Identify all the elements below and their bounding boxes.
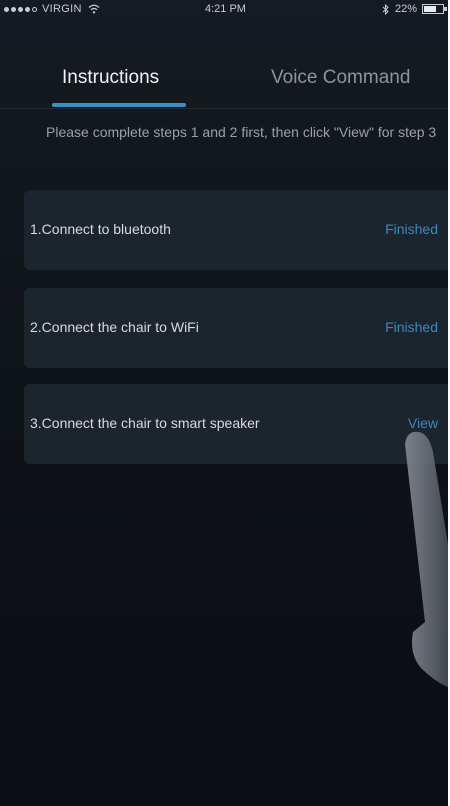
tab-divider [0, 108, 448, 109]
battery-percent: 22% [394, 3, 417, 15]
step-connect-smart-speaker[interactable]: 3.Connect the chair to smart speaker Vie… [24, 384, 448, 464]
carrier-name: VIRGIN [42, 3, 82, 15]
step-label: 2.Connect the chair to WiFi [30, 319, 199, 335]
status-left: VIRGIN [4, 3, 100, 15]
step-label: 1.Connect to bluetooth [30, 221, 171, 237]
app-screen: VIRGIN 4:21 PM 22% Instructions Voice Co… [0, 0, 448, 806]
tab-instructions[interactable]: Instructions [62, 67, 159, 89]
phone-frame: VIRGIN 4:21 PM 22% Instructions Voice Co… [0, 0, 450, 806]
wifi-icon [88, 4, 100, 14]
tab-bar: Instructions Voice Command [0, 55, 448, 110]
step-status-finished: Finished [385, 319, 438, 335]
bluetooth-icon [382, 3, 389, 15]
step-connect-bluetooth[interactable]: 1.Connect to bluetooth Finished [24, 190, 448, 270]
status-time: 4:21 PM [205, 3, 246, 15]
active-tab-indicator [52, 103, 186, 107]
step-connect-wifi[interactable]: 2.Connect the chair to WiFi Finished [24, 288, 448, 368]
status-bar: VIRGIN 4:21 PM 22% [0, 0, 448, 20]
signal-strength-icon [4, 6, 37, 12]
battery-icon [422, 4, 447, 14]
step-label: 3.Connect the chair to smart speaker [30, 415, 260, 431]
status-right: 22% [382, 3, 447, 15]
pointing-hand-icon [405, 431, 448, 688]
tab-voice-command[interactable]: Voice Command [271, 67, 410, 89]
instructions-text: Please complete steps 1 and 2 first, the… [46, 124, 437, 140]
step-status-finished: Finished [385, 221, 438, 237]
